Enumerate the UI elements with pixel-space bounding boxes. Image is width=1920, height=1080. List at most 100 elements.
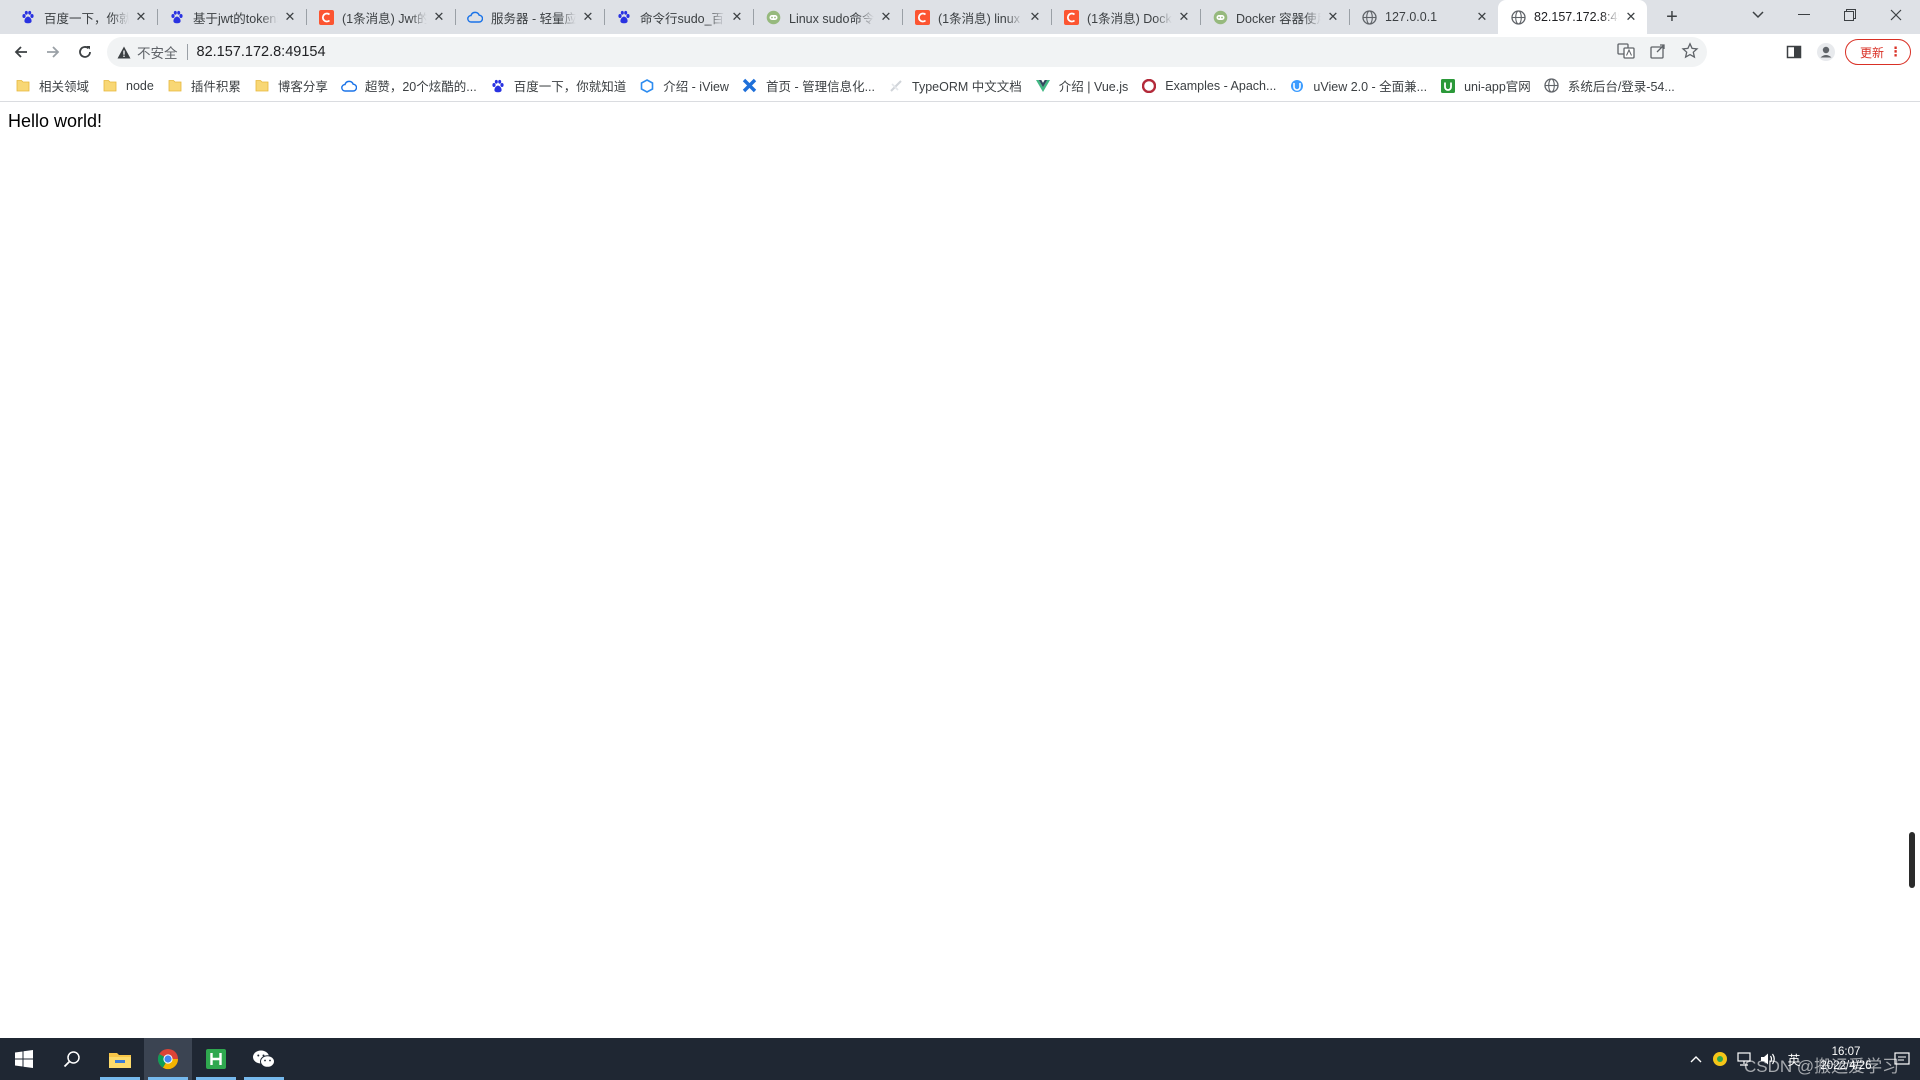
bookmark-item[interactable]: 系统后台/登录-54... xyxy=(1541,72,1683,100)
scrollbar-thumb[interactable] xyxy=(1909,832,1915,888)
browser-tab[interactable]: (1条消息) Docker ✕ xyxy=(1051,0,1200,34)
taskbar-chrome[interactable] xyxy=(144,1038,192,1080)
bookmark-item[interactable]: TypeORM 中文文档 xyxy=(885,72,1030,100)
back-button[interactable] xyxy=(5,36,37,68)
browser-tab[interactable]: Docker 容器使用 ✕ xyxy=(1200,0,1349,34)
warning-triangle-icon[interactable] xyxy=(117,46,131,59)
tab-close-icon[interactable]: ✕ xyxy=(1176,9,1192,25)
tab-search-button[interactable] xyxy=(1735,0,1781,30)
wechat-icon xyxy=(253,1050,275,1068)
chrome-icon xyxy=(157,1049,179,1070)
browser-tab[interactable]: (1条消息) linux ✕ xyxy=(902,0,1051,34)
bookmark-item[interactable]: Examples - Apach... xyxy=(1138,72,1284,100)
bookmark-item[interactable]: 超赞，20个炫酷的... xyxy=(338,72,485,100)
security-label[interactable]: 不安全 xyxy=(137,42,178,62)
browser-tab[interactable]: 服务器 - 轻量应用 ✕ xyxy=(455,0,604,34)
typeorm-icon xyxy=(888,78,904,94)
uniapp-icon xyxy=(1440,78,1456,94)
bookmark-item[interactable]: 插件积累 xyxy=(164,72,249,100)
tab-close-icon[interactable]: ✕ xyxy=(878,9,894,25)
profile-button[interactable] xyxy=(1811,37,1841,67)
tray-app-icon[interactable] xyxy=(1708,1038,1732,1080)
bookmark-item[interactable]: 博客分享 xyxy=(251,72,336,100)
browser-tab[interactable]: 127.0.0.1 ✕ xyxy=(1349,0,1498,34)
bookmark-label: 博客分享 xyxy=(277,80,328,94)
bookmark-label: 插件积累 xyxy=(190,80,241,94)
new-tab-button[interactable]: + xyxy=(1657,0,1687,34)
bookmark-star-icon[interactable] xyxy=(1681,42,1699,63)
bookmark-item[interactable]: 首页 - 管理信息化... xyxy=(739,72,883,100)
bookmark-label: 系统后台/登录-54... xyxy=(1567,80,1675,94)
translate-icon[interactable] xyxy=(1617,42,1635,63)
taskbar-file-explorer[interactable] xyxy=(96,1038,144,1080)
browser-tab[interactable]: 基于jwt的token验证 ✕ xyxy=(157,0,306,34)
bookmark-item[interactable]: node xyxy=(99,72,162,100)
url-text[interactable]: 82.157.172.8:49154 xyxy=(197,44,326,60)
reload-button[interactable] xyxy=(69,36,101,68)
browser-tab[interactable]: (1条消息) Jwt的 ✕ xyxy=(306,0,455,34)
browser-tab[interactable]: 百度一下，你就知道 ✕ xyxy=(8,0,157,34)
bookmark-item[interactable]: uni-app官网 xyxy=(1437,72,1539,100)
address-bar-actions xyxy=(1617,42,1699,63)
cloud-icon xyxy=(341,78,357,94)
tab-title: 基于jwt的token验证 xyxy=(193,11,278,26)
tab-strip: 百度一下，你就知道✕基于jwt的token验证✕(1条消息) Jwt的✕服务器 … xyxy=(0,0,1920,34)
runoob-icon xyxy=(765,9,781,25)
address-bar[interactable]: 不安全 82.157.172.8:49154 xyxy=(107,37,1707,67)
csdn-c-icon xyxy=(1063,9,1079,25)
bookmark-label: 相关领域 xyxy=(39,80,90,94)
bookmark-item[interactable]: 介绍 - iView xyxy=(636,72,737,100)
search-button[interactable] xyxy=(48,1038,96,1080)
bookmark-label: 超赞，20个炫酷的... xyxy=(364,80,477,94)
close-window-button[interactable] xyxy=(1873,0,1919,30)
update-button[interactable]: 更新 ⋮ xyxy=(1845,39,1911,65)
side-panel-button[interactable] xyxy=(1779,37,1809,67)
chevron-down-icon xyxy=(1752,11,1764,19)
csdn-watermark: CSDN @搬运爱学习 xyxy=(1744,1057,1900,1076)
globe-icon xyxy=(1361,9,1377,25)
bookmark-item[interactable]: uView 2.0 - 全面兼... xyxy=(1286,72,1435,100)
bookmark-item[interactable]: 百度一下，你就知道 xyxy=(487,72,635,100)
folder-icon xyxy=(102,78,118,94)
browser-tab[interactable]: 命令行sudo_百度 ✕ xyxy=(604,0,753,34)
toolbar: 不安全 82.157.172.8:49154 xyxy=(0,34,1920,70)
tab-close-icon[interactable]: ✕ xyxy=(431,9,447,25)
bookmarks-bar: 相关领域 node 插件积累 博客分享 超赞，20个炫酷的... 百度一下，你就知道 介绍 … xyxy=(0,70,1920,102)
tray-overflow-chevron-icon[interactable] xyxy=(1684,1038,1708,1080)
tab-close-icon[interactable]: ✕ xyxy=(1474,9,1490,25)
forward-button[interactable] xyxy=(37,36,69,68)
baidu-paw-icon xyxy=(169,9,185,25)
tab-close-icon[interactable]: ✕ xyxy=(580,9,596,25)
tab-title: 命令行sudo_百度 xyxy=(640,11,725,26)
tab-close-icon[interactable]: ✕ xyxy=(282,9,298,25)
tab-close-icon[interactable]: ✕ xyxy=(1623,9,1639,25)
apache-icon xyxy=(1141,78,1157,94)
minimize-button[interactable] xyxy=(1781,0,1827,30)
restore-button[interactable] xyxy=(1827,0,1873,30)
bookmark-label: 百度一下，你就知道 xyxy=(513,80,627,94)
iview-icon xyxy=(639,78,655,94)
tab-title: (1条消息) Jwt的 xyxy=(342,11,427,26)
taskbar-hbuilder[interactable] xyxy=(192,1038,240,1080)
tab-close-icon[interactable]: ✕ xyxy=(1027,9,1043,25)
bookmark-label: TypeORM 中文文档 xyxy=(912,80,1022,94)
baidu-paw-icon xyxy=(490,78,506,94)
windows-start-icon xyxy=(15,1050,33,1068)
bookmark-item[interactable]: 相关领域 xyxy=(12,72,97,100)
bookmark-item[interactable]: 介绍 | Vue.js xyxy=(1032,72,1136,100)
tab-title: (1条消息) Docker xyxy=(1087,11,1172,26)
folder-icon xyxy=(15,78,31,94)
browser-tab[interactable]: Linux sudo命令 ✕ xyxy=(753,0,902,34)
page-viewport: Hello world! xyxy=(0,103,1920,1038)
bookmark-label: node xyxy=(126,78,154,93)
tab-close-icon[interactable]: ✕ xyxy=(133,9,149,25)
tab-title: Docker 容器使用 xyxy=(1236,11,1321,26)
tab-close-icon[interactable]: ✕ xyxy=(729,9,745,25)
browser-tab[interactable]: 82.157.172.8:49154 ✕ xyxy=(1498,0,1647,34)
close-icon xyxy=(1890,9,1902,21)
tab-close-icon[interactable]: ✕ xyxy=(1325,9,1341,25)
taskbar-wechat[interactable] xyxy=(240,1038,288,1080)
share-icon[interactable] xyxy=(1649,42,1667,63)
bookmark-label: 首页 - 管理信息化... xyxy=(765,80,875,94)
start-button[interactable] xyxy=(0,1038,48,1080)
